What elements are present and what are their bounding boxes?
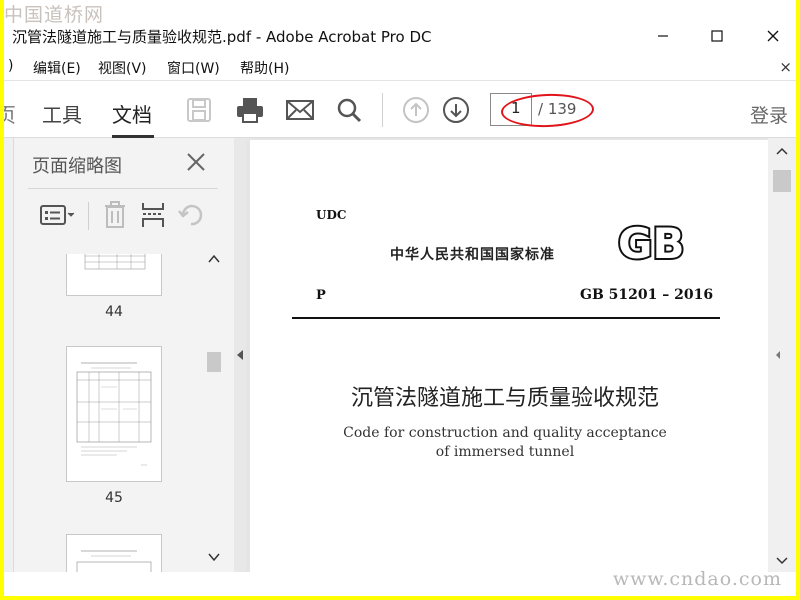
page-thumbnail[interactable] xyxy=(66,254,162,296)
search-icon xyxy=(337,98,362,123)
save-icon xyxy=(187,98,211,122)
document-viewer[interactable]: UDC 中华人民共和国国家标准 GB GB P GB 51201 – 2016 … xyxy=(246,138,796,572)
scrollbar-graphic xyxy=(773,147,791,565)
thumbnail-scrollbar[interactable] xyxy=(204,250,224,572)
maximize-icon xyxy=(711,30,723,42)
tab-document[interactable]: 文档 xyxy=(112,99,152,128)
thumbnail-options-button[interactable] xyxy=(38,200,78,230)
chevron-left-icon xyxy=(237,350,243,360)
arrow-up-circle-icon xyxy=(403,97,429,123)
options-menu-icon xyxy=(40,205,75,225)
watermark-top: 中国道桥网 xyxy=(4,4,105,26)
thumbnail-page-label: 44 xyxy=(105,304,123,320)
thumbnail-list: 44 45 xyxy=(24,254,204,572)
next-page-button[interactable] xyxy=(439,93,473,127)
close-button[interactable] xyxy=(750,20,796,52)
chinese-title: 沉管法隧道施工与质量验收规范 xyxy=(350,386,659,411)
gb-logo-graphic: GB GB xyxy=(616,217,687,270)
close-icon xyxy=(767,30,779,42)
close-icon xyxy=(187,153,205,171)
page-thumbnail[interactable] xyxy=(66,534,162,572)
page-thumbnails-panel: 页面缩略图 44 45 xyxy=(14,138,234,572)
thumbnail-table-graphic xyxy=(76,550,152,572)
udc-label: UDC xyxy=(316,208,347,222)
watermark-bottom: www.cndao.com xyxy=(612,568,782,590)
insert-page-icon xyxy=(142,203,164,227)
thumbnail-page-label: 45 xyxy=(105,490,123,506)
panel-toolbar-separator xyxy=(88,202,89,230)
sign-in-button[interactable]: 登录 xyxy=(750,101,788,128)
left-navigation-rail xyxy=(4,138,14,572)
gb-logo-text-inner: GB xyxy=(618,220,685,264)
panel-toolbar xyxy=(24,196,224,236)
collapse-panel-button[interactable] xyxy=(234,138,246,572)
acrobat-window: 中国道桥网 沉管法隧道施工与质量验收规范.pdf - Adobe Acrobat… xyxy=(4,0,796,596)
panel-divider xyxy=(28,188,218,189)
email-icon xyxy=(286,100,314,120)
menu-item-help[interactable]: 帮助(H) xyxy=(240,58,289,78)
english-title-line-1: Code for construction and quality accept… xyxy=(343,425,667,441)
insert-page-button[interactable] xyxy=(138,200,168,230)
window-title: 沉管法隧道施工与质量验收规范.pdf - Adobe Acrobat Pro D… xyxy=(12,28,432,46)
p-code-label: P xyxy=(316,288,326,303)
search-button[interactable] xyxy=(332,93,366,127)
menu-item-partial[interactable]: ) xyxy=(8,58,13,74)
english-title-line-2: of immersed tunnel xyxy=(435,444,575,460)
page-thumbnail[interactable] xyxy=(66,346,162,482)
menu-item-view[interactable]: 视图(V) xyxy=(98,58,147,78)
thumbnail-table-graphic xyxy=(76,362,152,466)
title-bar: 沉管法隧道施工与质量验收规范.pdf - Adobe Acrobat Pro D… xyxy=(4,20,796,52)
rotate-page-button[interactable] xyxy=(176,200,206,230)
panel-close-button[interactable] xyxy=(186,150,206,178)
menu-item-edit[interactable]: 编辑(E) xyxy=(33,58,81,78)
print-button[interactable] xyxy=(233,93,267,127)
english-title: Code for construction and quality accept… xyxy=(250,424,760,462)
scrollbar-graphic xyxy=(207,254,221,562)
tab-home-partial[interactable]: 页 xyxy=(4,99,16,128)
thumbnail-table-graphic xyxy=(84,254,146,270)
email-button[interactable] xyxy=(283,93,317,127)
rotate-icon xyxy=(178,204,203,226)
trash-icon xyxy=(105,201,125,228)
gb-logo: GB GB xyxy=(616,217,698,270)
tab-tools[interactable]: 工具 xyxy=(42,99,82,128)
toolbar-separator xyxy=(382,93,383,127)
minimize-icon xyxy=(658,35,668,37)
standard-number: GB 51201 – 2016 xyxy=(580,287,714,303)
print-icon xyxy=(237,98,263,123)
previous-page-button[interactable] xyxy=(399,93,433,127)
arrow-down-circle-icon xyxy=(443,97,469,123)
national-standard-label: 中华人民共和国国家标准 xyxy=(390,247,555,263)
maximize-button[interactable] xyxy=(694,20,740,52)
panel-title: 页面缩略图 xyxy=(32,156,122,177)
header-rule xyxy=(292,317,720,319)
save-button[interactable] xyxy=(182,93,216,127)
menu-item-window[interactable]: 窗口(W) xyxy=(167,58,220,78)
toolbar: 页 工具 文档 1 / 139 登录 xyxy=(4,80,796,138)
pdf-page: UDC 中华人民共和国国家标准 GB GB P GB 51201 – 2016 … xyxy=(250,140,768,572)
document-scrollbar[interactable] xyxy=(768,138,796,572)
minimize-button[interactable] xyxy=(640,20,686,52)
document-close-button[interactable]: × xyxy=(779,58,792,76)
menu-bar: ) 编辑(E) 视图(V) 窗口(W) 帮助(H) × xyxy=(4,54,796,80)
delete-pages-button[interactable] xyxy=(100,200,130,230)
